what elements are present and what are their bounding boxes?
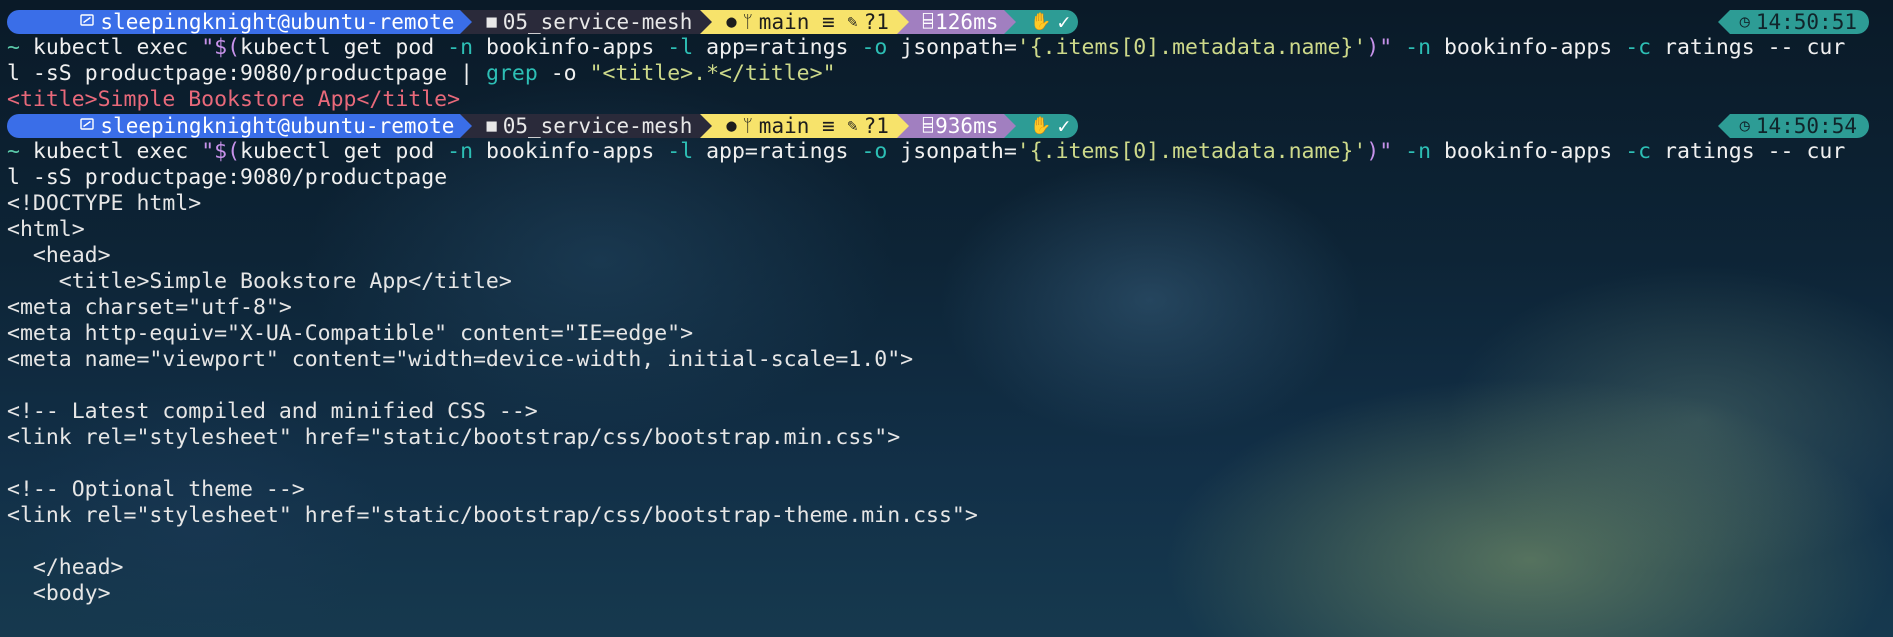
- prompt-git-segment: ● ᛘ main ≡ ✎ ?1: [712, 114, 897, 138]
- output-line: </head>: [7, 555, 124, 580]
- output-line: <!-- Latest compiled and minified CSS --…: [7, 399, 538, 424]
- prompt-exec-time: 126ms: [935, 10, 999, 34]
- prompt-status-mark: ✓: [1057, 114, 1071, 138]
- prompt-clock-2: ◷ 14:50:54: [1717, 114, 1869, 138]
- prompt-user-segment: sleepingknight@ubuntu-remote: [7, 114, 461, 138]
- github-icon: ●: [726, 12, 737, 32]
- prompt-user-label: sleepingknight@ubuntu-remote: [100, 10, 455, 34]
- folder-icon: ■: [486, 116, 497, 136]
- hand-icon: ✋: [1030, 116, 1052, 136]
- clock-icon: ◷: [1739, 12, 1750, 32]
- prompt-dir-segment: ■ 05_service-mesh: [472, 114, 701, 138]
- hand-icon: ✋: [1030, 12, 1052, 32]
- prompt-git-flags: ≡: [822, 114, 835, 138]
- prompt-branch-label: main: [758, 114, 810, 138]
- command-line-2-wrap: l -sS productpage:9080/productpage: [7, 165, 448, 190]
- edit-icon: ✎: [847, 116, 858, 136]
- output-line: <link rel="stylesheet" href="static/boot…: [7, 425, 901, 450]
- prompt-dir-segment: ■ 05_service-mesh: [472, 10, 701, 34]
- command-line-2: ~ kubectl exec "$(kubectl get pod -n boo…: [7, 139, 1846, 164]
- prompt-bar-1: sleepingknight@ubuntu-remote ■ 05_servic…: [7, 9, 1079, 35]
- prompt-git-changes: ?1: [863, 114, 889, 138]
- prompt-branch-label: main: [758, 10, 810, 34]
- prompt-status-mark: ✓: [1057, 10, 1071, 34]
- output-line: <body>: [7, 581, 111, 606]
- prompt-exec-time: 936ms: [935, 114, 999, 138]
- prompt-user-segment: sleepingknight@ubuntu-remote: [7, 10, 461, 34]
- prompt-clock-label: 14:50:54: [1755, 114, 1857, 138]
- output-line: <html>: [7, 217, 85, 242]
- output-line: <meta charset="utf-8">: [7, 295, 292, 320]
- output-line: <!-- Optional theme -->: [7, 477, 305, 502]
- prompt-dir-label: 05_service-mesh: [502, 10, 693, 34]
- prompt-git-flags: ≡: [822, 10, 835, 34]
- prompt-bar-2: sleepingknight@ubuntu-remote ■ 05_servic…: [7, 113, 1079, 139]
- prompt-status-segment: ✋ ✓: [1016, 114, 1079, 138]
- prompt-status-segment: ✋ ✓: [1016, 10, 1079, 34]
- clock-icon: ◷: [1739, 116, 1750, 136]
- edit-icon: ✎: [847, 12, 858, 32]
- prompt-clock-1: ◷ 14:50:51: [1717, 10, 1869, 34]
- prompt-exec-segment: ⌸ 936ms: [908, 114, 1005, 138]
- github-icon: ●: [726, 116, 737, 136]
- output-line: <link rel="stylesheet" href="static/boot…: [7, 503, 978, 528]
- folder-icon: ■: [486, 12, 497, 32]
- prompt-user-label: sleepingknight@ubuntu-remote: [100, 114, 455, 138]
- command-line-1: ~ kubectl exec "$(kubectl get pod -n boo…: [7, 35, 1846, 60]
- prompt-clock-label: 14:50:51: [1755, 10, 1857, 34]
- timer-icon: ⌸: [922, 116, 934, 136]
- prompt-exec-segment: ⌸ 126ms: [908, 10, 1005, 34]
- git-branch-icon: ᛘ: [742, 116, 753, 136]
- output-line: <head>: [7, 243, 111, 268]
- output-line: <title>Simple Bookstore App</title>: [7, 269, 512, 294]
- prompt-git-segment: ● ᛘ main ≡ ✎ ?1: [712, 10, 897, 34]
- prompt-dir-label: 05_service-mesh: [502, 114, 693, 138]
- prompt-git-changes: ?1: [863, 10, 889, 34]
- timer-icon: ⌸: [922, 12, 934, 32]
- git-branch-icon: ᛘ: [742, 12, 753, 32]
- output-line: <meta http-equiv="X-UA-Compatible" conte…: [7, 321, 694, 346]
- command-line-1-wrap: l -sS productpage:9080/productpage | gre…: [7, 61, 836, 86]
- output-line: <!DOCTYPE html>: [7, 191, 202, 216]
- output-line: <meta name="viewport" content="width=dev…: [7, 347, 914, 372]
